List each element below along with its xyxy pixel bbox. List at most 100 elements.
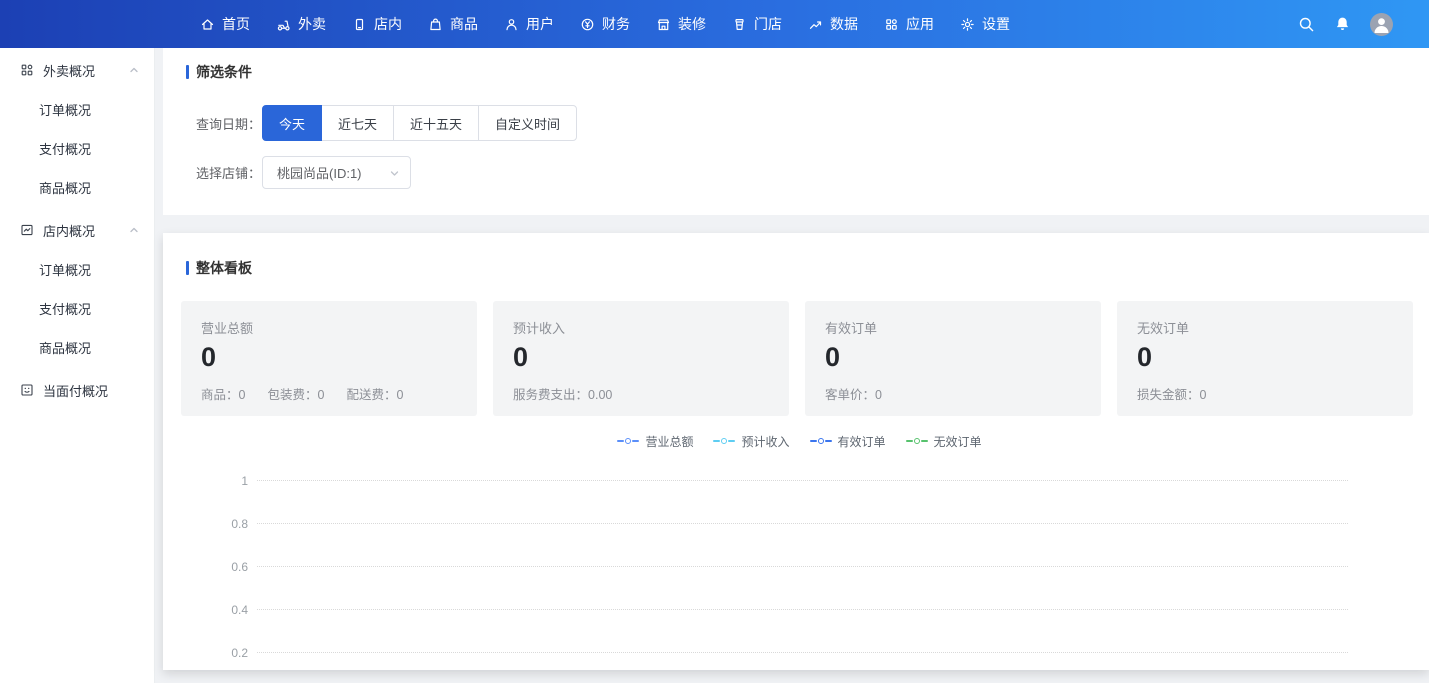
legend-marker-icon — [906, 438, 928, 444]
chart-grid-row: 1 — [186, 459, 1413, 502]
legend-marker-icon — [713, 438, 735, 444]
sidebar-item-label: 订单概况 — [39, 100, 91, 119]
nav-menu: 首页 外卖 店内 商品 用户 财务 装修 门店 — [200, 0, 1010, 48]
shop-icon — [732, 17, 747, 32]
stat-title: 无效订单 — [1137, 318, 1393, 337]
chevron-down-icon — [389, 168, 400, 179]
stat-details: 服务费支出：0.00 — [513, 384, 769, 403]
sidebar-item-takeout-goods[interactable]: 商品概况 — [0, 168, 154, 207]
nav-item-data[interactable]: 数据 — [808, 0, 858, 48]
search-icon[interactable] — [1298, 16, 1315, 33]
sidebar-group-facepay-overview[interactable]: 当面付概况 — [0, 370, 154, 410]
stat-card-valid-orders: 有效订单 0 客单价：0 — [805, 301, 1101, 416]
date-option-last7days[interactable]: 近七天 — [321, 105, 394, 141]
chart-grid-row: 0.6 — [186, 545, 1413, 588]
decorate-icon — [656, 17, 671, 32]
stat-value: 0 — [513, 343, 769, 373]
chevron-up-icon — [129, 65, 139, 75]
grid-icon — [20, 63, 34, 77]
stat-title: 预计收入 — [513, 318, 769, 337]
chevron-up-icon — [129, 225, 139, 235]
nav-item-label: 数据 — [830, 14, 858, 34]
nav-item-apps[interactable]: 应用 — [884, 0, 934, 48]
nav-item-label: 财务 — [602, 14, 630, 34]
shop-select[interactable]: 桃园尚品(ID:1) — [262, 156, 411, 189]
sidebar-item-takeout-payments[interactable]: 支付概况 — [0, 129, 154, 168]
stat-details: 损失金额：0 — [1137, 384, 1393, 403]
date-filter-label: 查询日期： — [196, 114, 262, 133]
sidebar-item-instore-payments[interactable]: 支付概况 — [0, 289, 154, 328]
nav-item-label: 应用 — [906, 14, 934, 34]
date-option-last15days[interactable]: 近十五天 — [393, 105, 479, 141]
face-pay-icon — [20, 383, 34, 397]
date-option-today[interactable]: 今天 — [262, 105, 322, 141]
legend-item-revenue[interactable]: 营业总额 — [617, 433, 693, 450]
section-title-text: 筛选条件 — [196, 62, 252, 82]
stat-detail: 商品：0 — [201, 384, 245, 403]
stat-card-estimated-income: 预计收入 0 服务费支出：0.00 — [493, 301, 789, 416]
stat-detail: 服务费支出：0.00 — [513, 384, 612, 403]
stat-details: 商品：0 包装费：0 配送费：0 — [201, 384, 457, 403]
stat-detail: 包装费：0 — [267, 384, 324, 403]
stat-value: 0 — [1137, 343, 1393, 373]
apps-icon — [884, 17, 899, 32]
title-accent-bar — [186, 261, 189, 275]
takeout-icon — [276, 17, 291, 32]
sidebar-item-instore-goods[interactable]: 商品概况 — [0, 328, 154, 367]
stat-detail: 配送费：0 — [346, 384, 403, 403]
stat-detail: 损失金额：0 — [1137, 384, 1206, 403]
stat-value: 0 — [201, 343, 457, 373]
nav-item-decorate[interactable]: 装修 — [656, 0, 706, 48]
gridline — [257, 523, 1348, 524]
section-title-text: 整体看板 — [196, 258, 252, 278]
legend-item-invalid-orders[interactable]: 无效订单 — [906, 433, 982, 450]
sidebar-group-instore-overview[interactable]: 店内概况 — [0, 210, 154, 250]
nav-item-takeout[interactable]: 外卖 — [276, 0, 326, 48]
sidebar-item-instore-orders[interactable]: 订单概况 — [0, 250, 154, 289]
overview-line-chart: 1 0.8 0.6 0.4 0.2 — [186, 459, 1413, 670]
finance-icon — [580, 17, 595, 32]
title-accent-bar — [186, 65, 189, 79]
stat-detail: 客单价：0 — [825, 384, 882, 403]
y-axis-tick-label: 1 — [186, 474, 248, 488]
legend-item-estimated-income[interactable]: 预计收入 — [713, 433, 789, 450]
gridline — [257, 652, 1348, 653]
nav-item-instore[interactable]: 店内 — [352, 0, 402, 48]
nav-item-user[interactable]: 用户 — [504, 0, 554, 48]
main-content: 筛选条件 查询日期： 今天 近七天 近十五天 自定义时间 选择店铺： 桃园尚品(… — [163, 48, 1429, 683]
shop-select-value: 桃园尚品(ID:1) — [277, 163, 362, 182]
nav-item-label: 设置 — [982, 14, 1010, 34]
sidebar-item-label: 支付概况 — [39, 139, 91, 158]
nav-item-finance[interactable]: 财务 — [580, 0, 630, 48]
stat-card-row: 营业总额 0 商品：0 包装费：0 配送费：0 预计收入 0 服务费支出：0.0… — [181, 301, 1413, 416]
gridline — [257, 480, 1348, 481]
bell-icon[interactable] — [1335, 16, 1350, 32]
nav-item-goods[interactable]: 商品 — [428, 0, 478, 48]
home-icon — [200, 17, 215, 32]
nav-item-settings[interactable]: 设置 — [960, 0, 1010, 48]
stat-value: 0 — [825, 343, 1081, 373]
sidebar-group-takeout-overview[interactable]: 外卖概况 — [0, 50, 154, 90]
overview-card: 整体看板 营业总额 0 商品：0 包装费：0 配送费：0 预计收入 0 服务费支… — [163, 233, 1429, 670]
nav-item-label: 首页 — [222, 14, 250, 34]
sidebar-item-takeout-orders[interactable]: 订单概况 — [0, 90, 154, 129]
date-option-custom[interactable]: 自定义时间 — [478, 105, 577, 141]
shop-filter-row: 选择店铺： 桃园尚品(ID:1) — [196, 156, 1413, 189]
legend-item-valid-orders[interactable]: 有效订单 — [810, 433, 886, 450]
chart-legend: 营业总额 预计收入 有效订单 无效订单 — [186, 434, 1413, 448]
nav-item-home[interactable]: 首页 — [200, 0, 250, 48]
nav-item-shop[interactable]: 门店 — [732, 0, 782, 48]
sidebar-item-label: 商品概况 — [39, 338, 91, 357]
sidebar-group-label: 当面付概况 — [43, 381, 108, 400]
filter-section-title: 筛选条件 — [186, 62, 1413, 82]
chart-grid-row: 0.8 — [186, 502, 1413, 545]
sidebar-group-label: 外卖概况 — [43, 61, 95, 80]
y-axis-tick-label: 0.2 — [186, 646, 248, 660]
settings-icon — [960, 17, 975, 32]
nav-item-label: 门店 — [754, 14, 782, 34]
user-avatar[interactable] — [1370, 13, 1393, 36]
goods-icon — [428, 17, 443, 32]
nav-item-label: 商品 — [450, 14, 478, 34]
sidebar-group-label: 店内概况 — [43, 221, 95, 240]
sidebar: 外卖概况 订单概况 支付概况 商品概况 店内概况 订单概况 支付概况 商品概况 … — [0, 48, 155, 683]
